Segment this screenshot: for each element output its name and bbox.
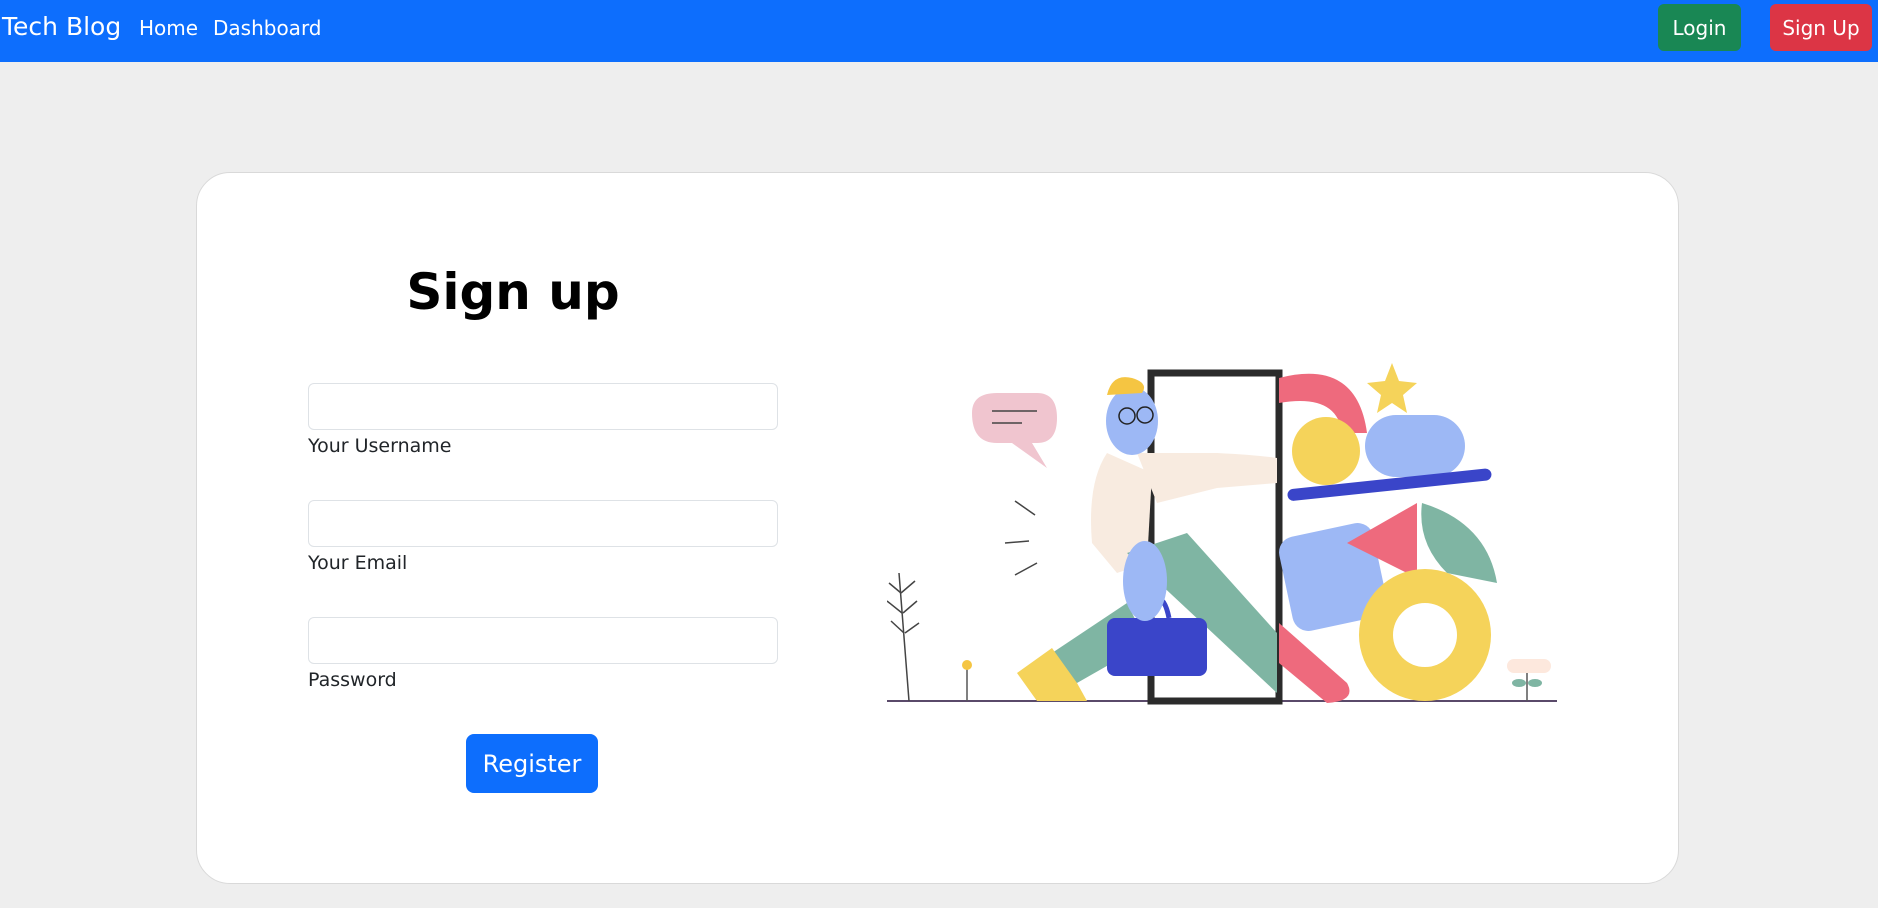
page-title: Sign up xyxy=(406,263,620,321)
password-label: Password xyxy=(308,669,397,691)
signup-card: Sign up Your Username Your Email Passwor… xyxy=(196,172,1679,884)
username-input[interactable] xyxy=(308,383,778,430)
signup-button[interactable]: Sign Up xyxy=(1770,4,1872,51)
password-input[interactable] xyxy=(308,617,778,664)
top-navbar: Tech Blog Home Dashboard Login Sign Up xyxy=(0,0,1878,62)
email-input[interactable] xyxy=(308,500,778,547)
nav-home-link[interactable]: Home xyxy=(139,16,198,40)
username-label: Your Username xyxy=(308,435,452,457)
login-button[interactable]: Login xyxy=(1658,4,1741,51)
person-walking-through-door-illustration xyxy=(887,363,1557,705)
brand-link[interactable]: Tech Blog xyxy=(2,12,121,41)
nav-dashboard-link[interactable]: Dashboard xyxy=(213,16,322,40)
register-button[interactable]: Register xyxy=(466,734,598,793)
email-label: Your Email xyxy=(308,552,408,574)
